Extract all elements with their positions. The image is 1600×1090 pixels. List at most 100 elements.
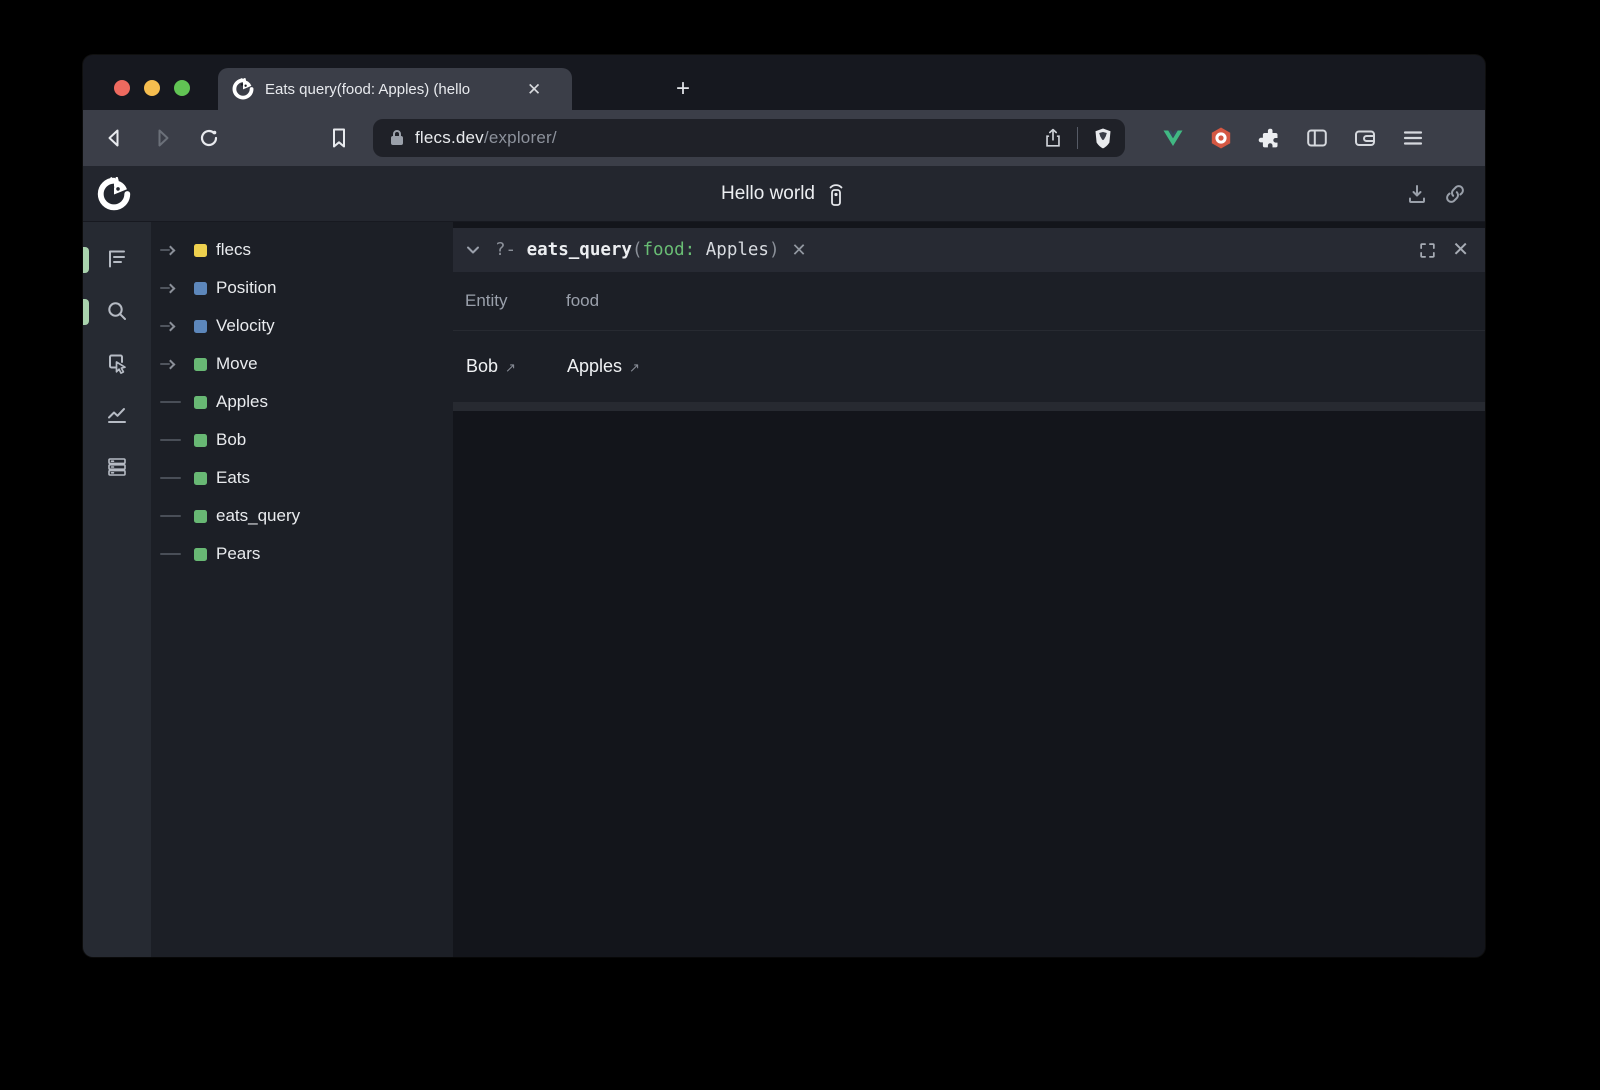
minimize-window-button[interactable] — [144, 80, 160, 96]
tab-title-fade — [475, 81, 523, 98]
tree-panel-button[interactable] — [99, 241, 135, 277]
zoom-window-button[interactable] — [174, 80, 190, 96]
tree-item-label: Eats — [216, 468, 250, 488]
tables-panel-button[interactable] — [99, 449, 135, 485]
url-bar[interactable]: flecs.dev/explorer/ — [373, 119, 1125, 157]
forward-button[interactable] — [145, 121, 179, 155]
panel-resize-handle[interactable] — [453, 402, 1485, 411]
tree-item-Velocity[interactable]: Velocity — [151, 307, 453, 345]
tree-outline-icon — [105, 247, 129, 271]
reload-button[interactable] — [192, 121, 226, 155]
tree-item-Eats[interactable]: Eats — [151, 459, 453, 497]
tree-item-label: Apples — [216, 392, 268, 412]
entity-link-label[interactable]: Bob — [466, 356, 498, 377]
flecs-favicon — [232, 78, 254, 100]
menu-icon[interactable] — [1401, 126, 1425, 150]
inspector-panel-button[interactable] — [99, 345, 135, 381]
external-link-icon[interactable]: ↗ — [629, 360, 640, 376]
new-tab-button[interactable]: + — [668, 74, 698, 104]
tree-item-Apples[interactable]: Apples — [151, 383, 453, 421]
back-button[interactable] — [98, 121, 132, 155]
tree-item-Move[interactable]: Move — [151, 345, 453, 383]
divider — [1077, 127, 1078, 149]
browser-window: Eats query(food: Apples) (hello ✕ + — [83, 55, 1485, 957]
extensions-puzzle-icon[interactable] — [1257, 126, 1281, 150]
entity-color-swatch — [194, 510, 207, 523]
wallet-icon[interactable] — [1353, 126, 1377, 150]
tree-item-Pears[interactable]: Pears — [151, 535, 453, 573]
tree-item-eats_query[interactable]: eats_query — [151, 497, 453, 535]
expand-arrow-icon[interactable] — [160, 323, 194, 330]
explorer-header: Hello world — [83, 166, 1485, 222]
tree-item-label: Move — [216, 354, 258, 374]
tree-item-flecs[interactable]: flecs — [151, 231, 453, 269]
leaf-dash-icon — [160, 477, 194, 479]
expand-arrow-icon[interactable] — [160, 361, 194, 368]
hexagon-extension-icon[interactable] — [1209, 126, 1233, 150]
results-header-row: Entity food — [453, 272, 1485, 331]
close-panel-icon[interactable]: ✕ — [1452, 240, 1469, 260]
entity-color-swatch — [194, 320, 207, 333]
result-cell-Bob[interactable]: Bob ↗ — [466, 356, 567, 377]
query-panel-button[interactable] — [99, 293, 135, 329]
search-icon — [105, 299, 129, 323]
fullscreen-icon[interactable] — [1418, 241, 1437, 260]
query-results-table: Entity food Bob ↗ Apples ↗ — [453, 272, 1485, 402]
titlebar: Eats query(food: Apples) (hello ✕ + — [83, 55, 1485, 110]
results-body: Bob ↗ Apples ↗ — [453, 331, 1485, 402]
expand-arrow-icon[interactable] — [160, 247, 194, 254]
sidebar-toggle-icon[interactable] — [1305, 126, 1329, 150]
panel-sidebar — [83, 222, 151, 957]
rows-icon — [105, 455, 129, 479]
expand-arrow-icon[interactable] — [160, 285, 194, 292]
entity-color-swatch — [194, 282, 207, 295]
column-header-food[interactable]: food — [566, 291, 1485, 311]
tree-item-label: Position — [216, 278, 276, 298]
browser-tab[interactable]: Eats query(food: Apples) (hello ✕ — [218, 68, 572, 110]
active-panel-indicator — [83, 299, 89, 325]
leaf-dash-icon — [160, 401, 194, 403]
lock-icon — [389, 128, 405, 148]
tree-item-label: flecs — [216, 240, 251, 260]
column-header-entity[interactable]: Entity — [465, 291, 566, 311]
explorer-content: flecs Position Velocity Move Apples Bob Eats ea… — [83, 222, 1485, 957]
tree-item-Bob[interactable]: Bob — [151, 421, 453, 459]
tab-close-icon[interactable]: ✕ — [527, 81, 541, 98]
entity-color-swatch — [194, 358, 207, 371]
tree-item-label: Bob — [216, 430, 246, 450]
external-link-icon[interactable]: ↗ — [505, 360, 516, 376]
close-window-button[interactable] — [114, 80, 130, 96]
entity-tree: flecs Position Velocity Move Apples Bob Eats ea… — [151, 222, 453, 957]
entity-color-swatch — [194, 548, 207, 561]
entity-color-swatch — [194, 396, 207, 409]
desktop: Eats query(food: Apples) (hello ✕ + — [0, 0, 1600, 1090]
remote-connection-icon[interactable] — [825, 181, 847, 207]
inspector-cursor-icon — [105, 351, 129, 375]
line-chart-icon — [105, 403, 129, 427]
vue-devtools-icon[interactable] — [1161, 126, 1185, 150]
browser-toolbar: flecs.dev/explorer/ — [83, 110, 1485, 166]
connection-title: Hello world — [721, 183, 815, 205]
result-cell-Apples[interactable]: Apples ↗ — [567, 356, 1485, 377]
tree-item-label: eats_query — [216, 506, 300, 526]
clear-query-icon[interactable]: ✕ — [792, 240, 807, 261]
share-link-icon[interactable] — [1443, 182, 1467, 206]
entity-color-swatch — [194, 434, 207, 447]
result-row: Bob ↗ Apples ↗ — [453, 331, 1485, 402]
brave-shield-icon[interactable] — [1091, 126, 1115, 150]
entity-link-label[interactable]: Apples — [567, 356, 622, 377]
url-text: flecs.dev/explorer/ — [415, 128, 557, 148]
query-expression[interactable]: ?- eats_query(food: Apples) — [495, 240, 780, 260]
flecs-logo[interactable] — [97, 177, 131, 211]
leaf-dash-icon — [160, 553, 194, 555]
bookmark-icon[interactable] — [322, 121, 356, 155]
download-icon[interactable] — [1405, 182, 1429, 206]
tree-item-Position[interactable]: Position — [151, 269, 453, 307]
chevron-down-icon[interactable] — [463, 240, 483, 260]
stats-panel-button[interactable] — [99, 397, 135, 433]
leaf-dash-icon — [160, 439, 194, 441]
share-icon[interactable] — [1042, 127, 1064, 149]
entity-color-swatch — [194, 244, 207, 257]
entity-color-swatch — [194, 472, 207, 485]
tree-item-label: Velocity — [216, 316, 275, 336]
